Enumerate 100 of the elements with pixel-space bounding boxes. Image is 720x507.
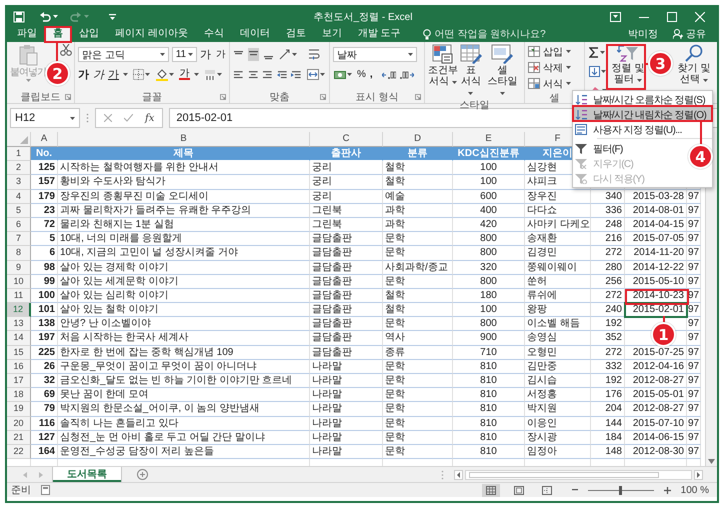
row-header[interactable]: 7 xyxy=(7,232,31,246)
ribbon-tab[interactable]: 검토 xyxy=(278,26,314,42)
page-layout-view-icon[interactable] xyxy=(514,486,524,494)
dialog-launcher-icon[interactable] xyxy=(220,94,226,100)
decrease-decimal-icon[interactable] xyxy=(400,70,414,80)
bold-button[interactable]: 가 xyxy=(78,67,89,82)
row-header[interactable]: 2 xyxy=(7,161,31,176)
column-header[interactable]: B xyxy=(58,132,310,147)
zoom-level[interactable]: 100 % xyxy=(680,484,709,496)
dialog-launcher-icon[interactable] xyxy=(320,94,326,100)
scroll-left-icon[interactable] xyxy=(454,470,463,480)
dialog-launcher-icon[interactable] xyxy=(65,94,71,100)
zoom-slider[interactable] xyxy=(588,486,654,494)
row-header[interactable]: 8 xyxy=(7,246,31,260)
style-button[interactable]: 조건부 서식 xyxy=(428,44,458,98)
row-header[interactable]: 17 xyxy=(7,374,31,388)
shrink-font-button[interactable]: 가 xyxy=(216,48,226,61)
share-button[interactable]: 공유 xyxy=(670,27,709,41)
row-header[interactable]: 14 xyxy=(7,331,31,346)
splitter-handle-icon[interactable] xyxy=(86,113,89,123)
row-header[interactable]: 15 xyxy=(7,346,31,360)
horizontal-scrollbar[interactable] xyxy=(465,470,692,480)
scroll-down-icon[interactable] xyxy=(708,459,715,464)
row-header[interactable]: 12 xyxy=(7,303,31,318)
middle-align-icon[interactable] xyxy=(248,48,259,58)
row-header[interactable]: 20 xyxy=(7,416,31,431)
phonetic-guide-icon[interactable] xyxy=(204,68,216,80)
row-header[interactable]: 22 xyxy=(7,444,31,460)
merge-center-icon[interactable] xyxy=(306,69,319,80)
page-break-view-icon[interactable] xyxy=(542,486,552,494)
insert-function-button[interactable]: fx xyxy=(145,112,154,124)
save-icon[interactable] xyxy=(13,10,25,22)
percent-button[interactable]: % xyxy=(357,69,366,80)
zoom-in-icon[interactable] xyxy=(664,486,671,494)
align-left-icon[interactable] xyxy=(233,70,244,80)
row-header[interactable]: 10 xyxy=(7,274,31,289)
align-center-icon[interactable] xyxy=(248,70,258,80)
scroll-right-icon[interactable] xyxy=(694,470,703,480)
ribbon-tab[interactable]: 파일 xyxy=(9,26,45,42)
row-header[interactable]: 5 xyxy=(7,204,31,218)
fill-color-icon[interactable] xyxy=(156,68,168,80)
row-header[interactable]: 1 xyxy=(7,147,31,162)
fill-down-icon[interactable] xyxy=(589,66,600,77)
font-name-field[interactable]: 맑은 고딕 xyxy=(78,47,169,62)
column-header[interactable]: E xyxy=(453,132,525,147)
align-right-icon[interactable] xyxy=(262,70,273,80)
autosum-icon[interactable] xyxy=(589,47,599,58)
increase-indent-icon[interactable] xyxy=(291,70,302,80)
number-format-field[interactable]: 날짜 xyxy=(333,47,417,62)
normal-view-icon[interactable] xyxy=(486,486,496,494)
font-color-button[interactable]: 가 xyxy=(179,69,190,80)
italic-button[interactable]: 가 xyxy=(93,67,104,82)
menu-item[interactable]: 날짜/시간 오름차순 정렬(S) xyxy=(573,92,708,107)
customize-toolbar-icon[interactable] xyxy=(109,14,116,20)
name-box[interactable]: H12 xyxy=(10,108,80,128)
ribbon-tab[interactable]: 수식 xyxy=(196,26,232,42)
dialog-launcher-icon[interactable] xyxy=(415,94,421,100)
row-header[interactable]: 13 xyxy=(7,317,31,332)
ribbon-tab[interactable]: 보기 xyxy=(314,26,350,42)
ribbon-tab[interactable]: 삽입 xyxy=(71,26,107,42)
column-header[interactable]: D xyxy=(383,132,453,147)
add-sheet-icon[interactable] xyxy=(137,469,148,480)
style-button[interactable]: 표 서식 xyxy=(458,44,484,98)
ribbon-tab[interactable]: 개발 도구 xyxy=(350,26,409,42)
row-header[interactable]: 16 xyxy=(7,360,31,374)
column-header[interactable]: C xyxy=(310,132,383,147)
row-header[interactable]: 4 xyxy=(7,190,31,204)
style-button[interactable]: 셀 스타일 xyxy=(484,44,521,98)
comma-button[interactable]: , xyxy=(370,69,378,80)
cut-icon[interactable] xyxy=(60,44,72,56)
row-header[interactable]: 9 xyxy=(7,260,31,275)
row-header[interactable]: 3 xyxy=(7,175,31,190)
cells-button[interactable]: 삭제 xyxy=(528,60,581,75)
macro-record-icon[interactable] xyxy=(41,485,50,495)
sheet-tab[interactable]: 도서목록 xyxy=(53,467,121,482)
cells-button[interactable]: 삽입 xyxy=(528,44,581,59)
column-header[interactable]: A xyxy=(31,132,58,147)
font-size-field[interactable]: 11 xyxy=(172,47,197,62)
ribbon-tab[interactable]: 데이터 xyxy=(232,26,278,42)
maximize-icon[interactable] xyxy=(667,12,677,22)
increase-decimal-icon[interactable] xyxy=(382,70,396,80)
row-header[interactable]: 18 xyxy=(7,388,31,402)
ribbon-display-icon[interactable] xyxy=(610,12,621,22)
row-header[interactable]: 21 xyxy=(7,430,31,445)
underline-button[interactable]: 가 xyxy=(108,67,119,82)
orientation-icon[interactable] xyxy=(279,49,291,60)
row-header[interactable]: 19 xyxy=(7,402,31,417)
close-icon[interactable] xyxy=(695,12,705,22)
accounting-format-icon[interactable] xyxy=(334,69,346,80)
decrease-indent-icon[interactable] xyxy=(276,70,288,80)
wrap-text-icon[interactable] xyxy=(308,49,320,60)
slider-thumb[interactable] xyxy=(619,486,622,494)
row-header[interactable]: 6 xyxy=(7,218,31,232)
undo-icon[interactable] xyxy=(39,11,51,22)
grow-font-button[interactable]: 가 xyxy=(200,47,211,62)
borders-icon[interactable] xyxy=(133,69,144,80)
user-name[interactable]: 박미정 xyxy=(628,27,658,41)
row-header[interactable]: 11 xyxy=(7,288,31,304)
ribbon-tab[interactable]: 페이지 레이아웃 xyxy=(107,26,196,42)
tell-me-field[interactable]: 어떤 작업을 원하시나요? xyxy=(434,27,546,41)
